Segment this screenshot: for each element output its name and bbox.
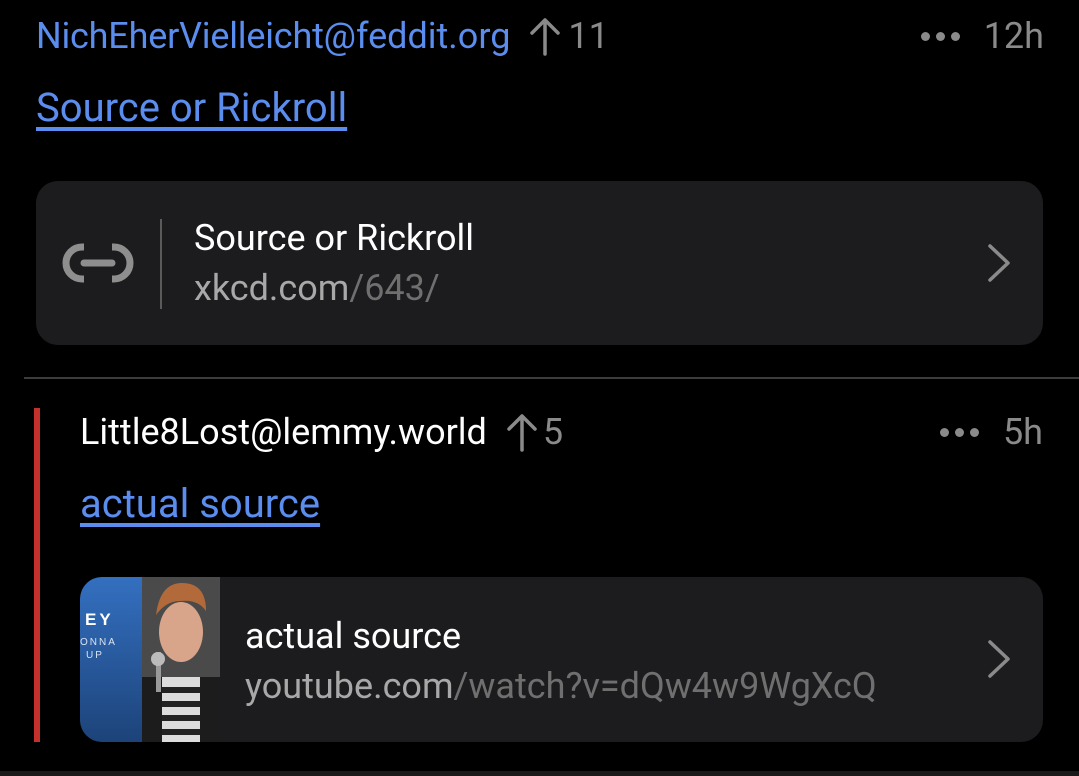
link-preview-card[interactable]: Source or Rickroll xkcd.com/643/: [36, 181, 1043, 345]
author-link[interactable]: Little8Lost @lemmy.world: [80, 411, 487, 453]
author-instance[interactable]: @lemmy.world: [250, 411, 487, 453]
chevron-right-icon: [988, 640, 1010, 678]
author-name[interactable]: Little8Lost: [80, 411, 250, 453]
svg-text:ONNA: ONNA: [80, 637, 117, 648]
svg-text:UP: UP: [86, 650, 104, 661]
upvote-arrow-icon[interactable]: [528, 16, 562, 56]
comment-header: NichEherVielleicht @feddit.org 11 12h: [36, 14, 1044, 58]
comment-header: Little8Lost @lemmy.world 5 5h: [80, 410, 1043, 454]
link-icon: [62, 243, 134, 287]
link-domain: xkcd.com: [194, 267, 350, 309]
bottom-separator: [0, 771, 1079, 776]
link-path: /watch?v=dQw4w9WgXcQ: [453, 665, 877, 707]
chevron-right-icon: [988, 244, 1010, 282]
link-domain: youtube.com: [245, 665, 454, 707]
upvote-arrow-icon[interactable]: [505, 412, 539, 452]
comment-separator: [24, 377, 1079, 379]
reply-depth-bar: [34, 408, 40, 742]
score: 11: [568, 15, 609, 57]
divider: [160, 219, 162, 309]
link-url: youtube.com/watch?v=dQw4w9WgXcQ: [245, 665, 877, 707]
timestamp: 5h: [1002, 411, 1043, 453]
author-link[interactable]: NichEherVielleicht @feddit.org: [36, 15, 510, 57]
author-instance[interactable]: @feddit.org: [324, 15, 511, 57]
link-title: actual source: [245, 615, 462, 657]
score: 5: [542, 411, 564, 453]
timestamp: 12h: [983, 15, 1044, 57]
svg-text:EY: EY: [85, 610, 114, 629]
link-preview-card[interactable]: EY ONNA UP actual source youtube.com/wat…: [80, 577, 1043, 742]
link-url: xkcd.com/643/: [194, 267, 440, 309]
comment-link[interactable]: actual source: [80, 480, 320, 527]
video-thumbnail: EY ONNA UP: [80, 577, 220, 742]
link-path: /643/: [349, 267, 440, 309]
link-title: Source or Rickroll: [194, 217, 475, 259]
comment-link[interactable]: Source or Rickroll: [36, 84, 347, 131]
more-options-icon[interactable]: [939, 427, 979, 437]
more-options-icon[interactable]: [920, 31, 960, 41]
author-name[interactable]: NichEherVielleicht: [36, 15, 324, 57]
